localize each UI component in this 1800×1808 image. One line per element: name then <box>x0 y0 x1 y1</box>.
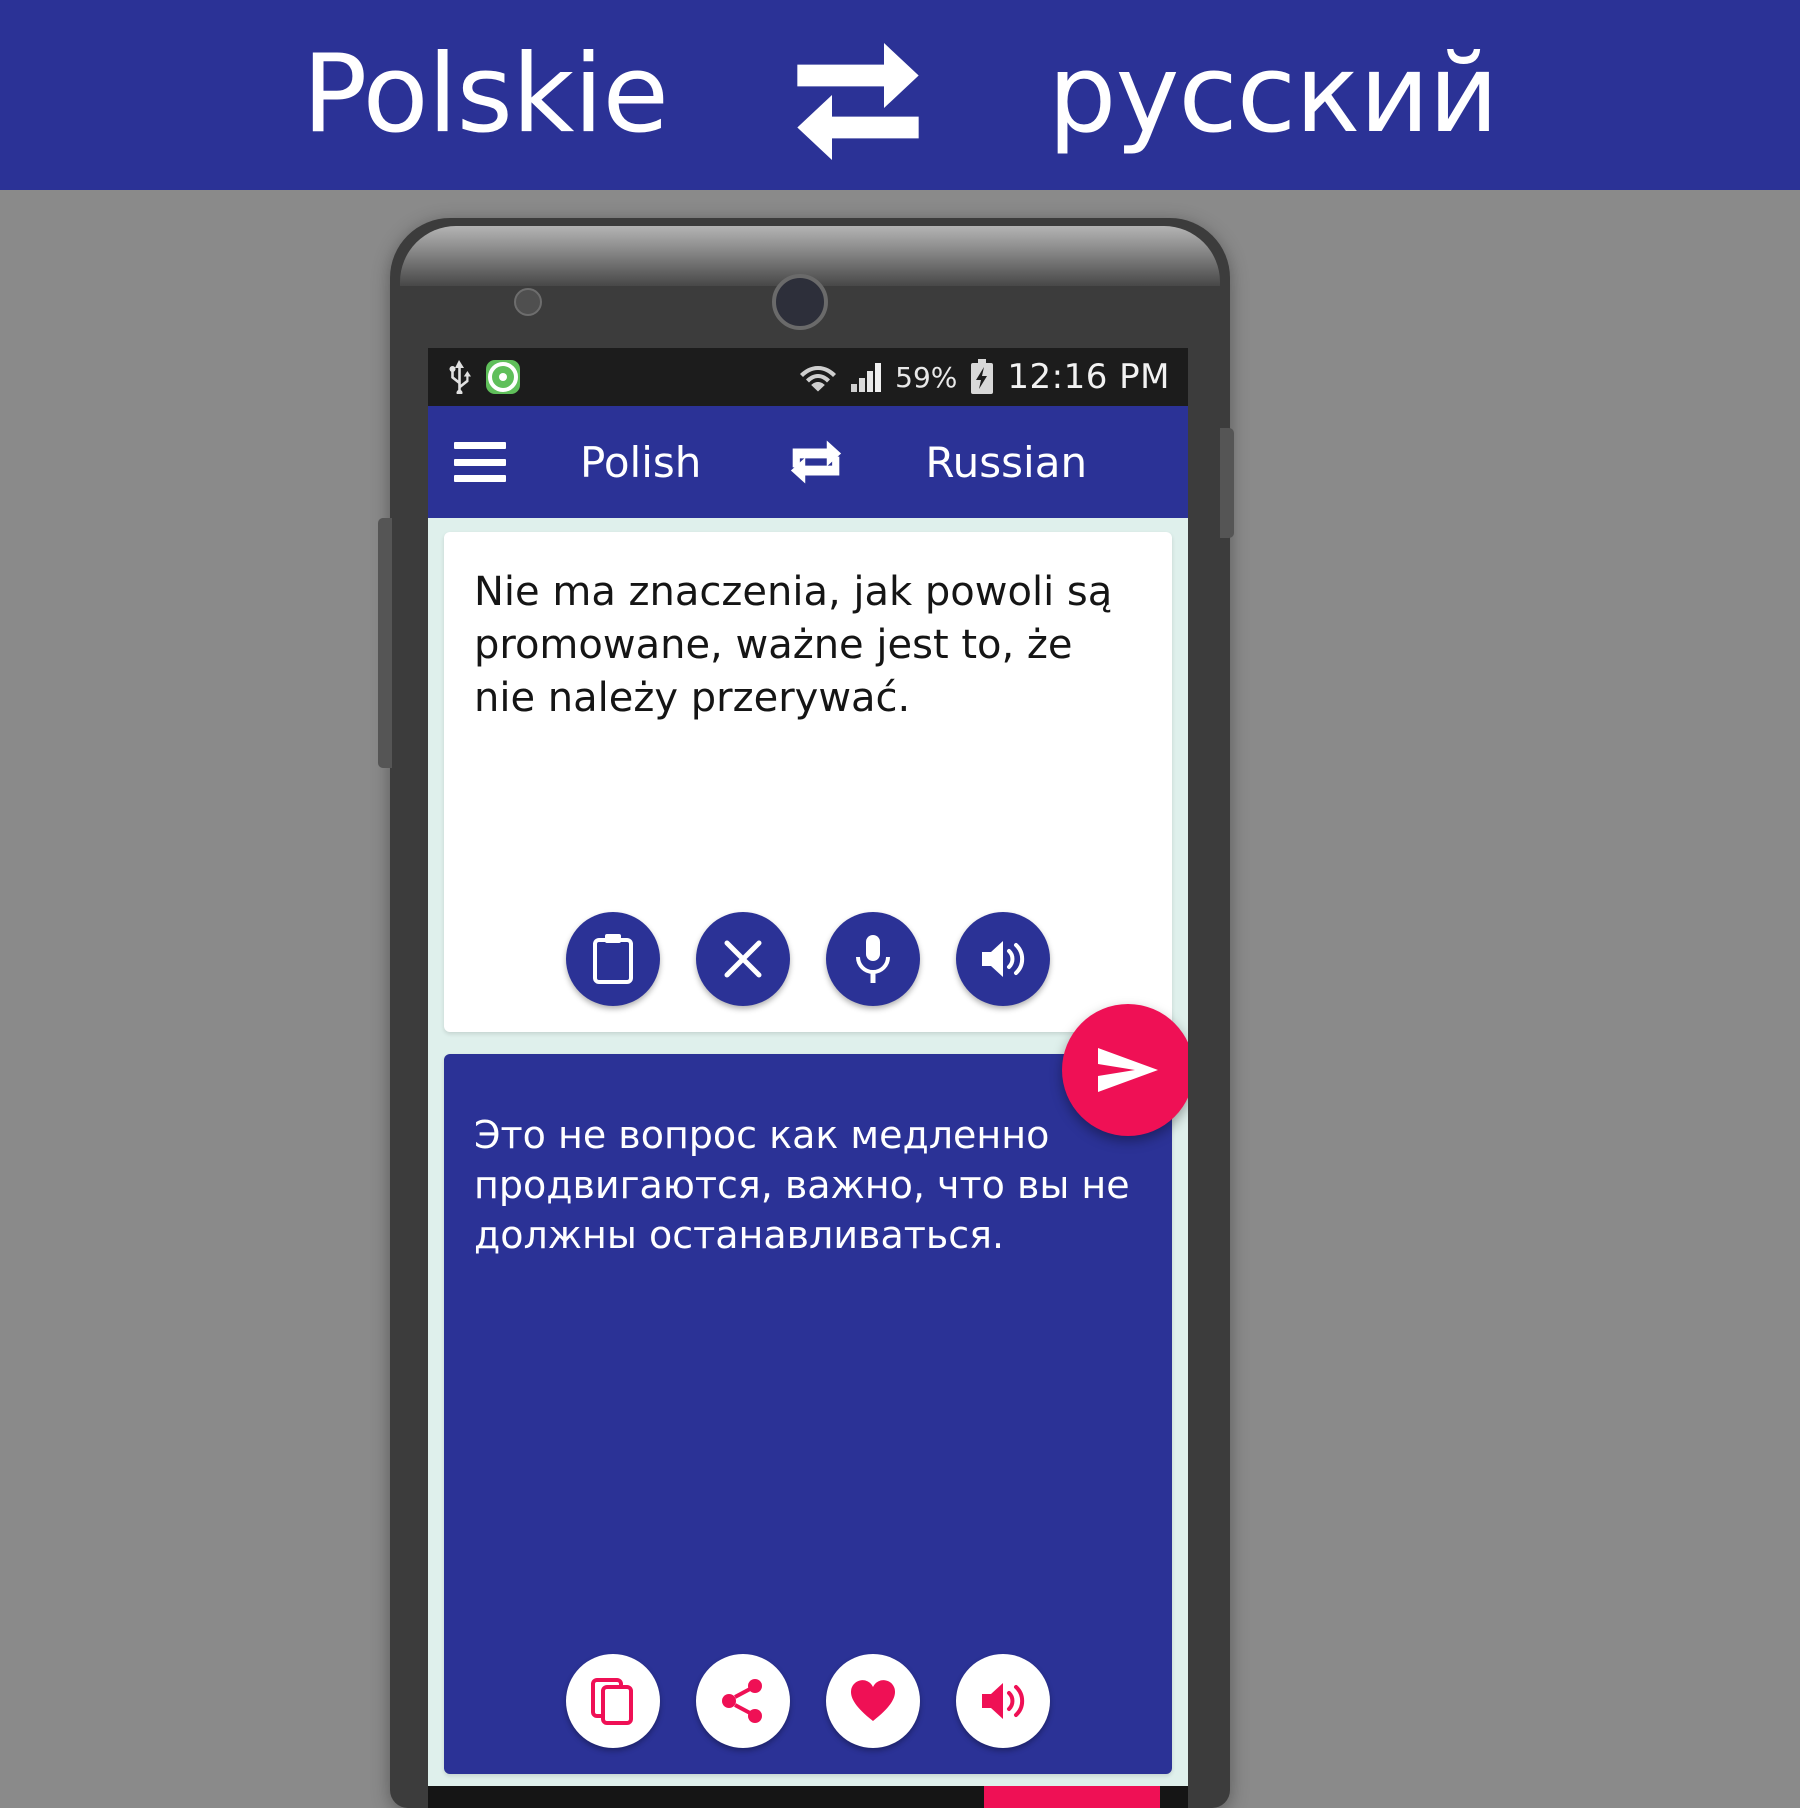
translation-card: Это не вопрос как медленно продвигаются,… <box>444 1054 1172 1774</box>
source-text-input[interactable]: Nie ma znaczenia, jak powoli są promowan… <box>474 566 1142 726</box>
speak-source-button[interactable] <box>956 912 1050 1006</box>
earpiece-sensor-icon <box>514 288 542 316</box>
app-icon-ring <box>488 362 518 392</box>
promo-banner: Polskie русский <box>0 0 1800 190</box>
app-icon-core <box>499 373 507 381</box>
share-button[interactable] <box>696 1654 790 1748</box>
power-button[interactable] <box>1220 428 1234 538</box>
source-action-buttons <box>444 912 1172 1006</box>
app-notification-icon <box>486 360 520 394</box>
translated-text: Это не вопрос как медленно продвигаются,… <box>474 1113 1130 1258</box>
toolbar-source-language[interactable]: Polish <box>580 438 701 487</box>
toolbar-target-language[interactable]: Russian <box>925 438 1087 487</box>
translation-action-buttons <box>444 1654 1172 1748</box>
speaker-icon <box>982 1683 1025 1719</box>
system-navigation-bar <box>428 1786 1188 1808</box>
speaker-icon <box>982 941 1025 977</box>
translate-send-button[interactable] <box>1062 1004 1188 1136</box>
copy-button[interactable] <box>566 1654 660 1748</box>
favorite-button[interactable] <box>826 1654 920 1748</box>
source-text-card: Nie ma znaczenia, jak powoli są promowan… <box>444 532 1172 1032</box>
banner-source-language: Polskie <box>302 32 669 157</box>
phone-screen: 59% 12:16 PM Polish Russian Nie ma znacz… <box>428 348 1188 1808</box>
banner-target-language: русский <box>1047 32 1499 157</box>
navigation-bar-accent <box>984 1786 1160 1808</box>
battery-charging-icon <box>971 359 994 394</box>
paste-button[interactable] <box>566 912 660 1006</box>
send-paper-plane-icon <box>1098 1048 1158 1092</box>
microphone-icon <box>856 935 890 983</box>
speak-translation-button[interactable] <box>956 1654 1050 1748</box>
swap-languages-icon[interactable] <box>787 436 845 488</box>
status-bar: 59% 12:16 PM <box>428 348 1188 406</box>
status-bar-left <box>446 360 520 394</box>
close-x-icon <box>724 940 762 978</box>
hamburger-menu-icon[interactable] <box>454 442 506 482</box>
wifi-icon <box>800 366 837 392</box>
usb-icon <box>449 360 471 394</box>
battery-percent-label: 59% <box>895 360 958 394</box>
translator-content: Nie ma znaczenia, jak powoli są promowan… <box>428 518 1188 1808</box>
share-icon <box>722 1679 762 1723</box>
front-camera-icon <box>772 274 828 330</box>
clipboard-icon <box>593 934 633 984</box>
phone-mockup: 59% 12:16 PM Polish Russian Nie ma znacz… <box>378 218 1234 1808</box>
swap-arrows-icon <box>797 43 919 160</box>
voice-input-button[interactable] <box>826 912 920 1006</box>
status-bar-clock: 12:16 PM <box>1007 357 1170 397</box>
status-bar-right: 59% 12:16 PM <box>799 357 1170 397</box>
volume-button[interactable] <box>378 518 392 768</box>
app-toolbar: Polish Russian <box>428 406 1188 518</box>
copy-icon <box>591 1678 633 1725</box>
clear-button[interactable] <box>696 912 790 1006</box>
heart-icon <box>850 1680 896 1721</box>
cellular-signal-icon <box>851 363 882 392</box>
